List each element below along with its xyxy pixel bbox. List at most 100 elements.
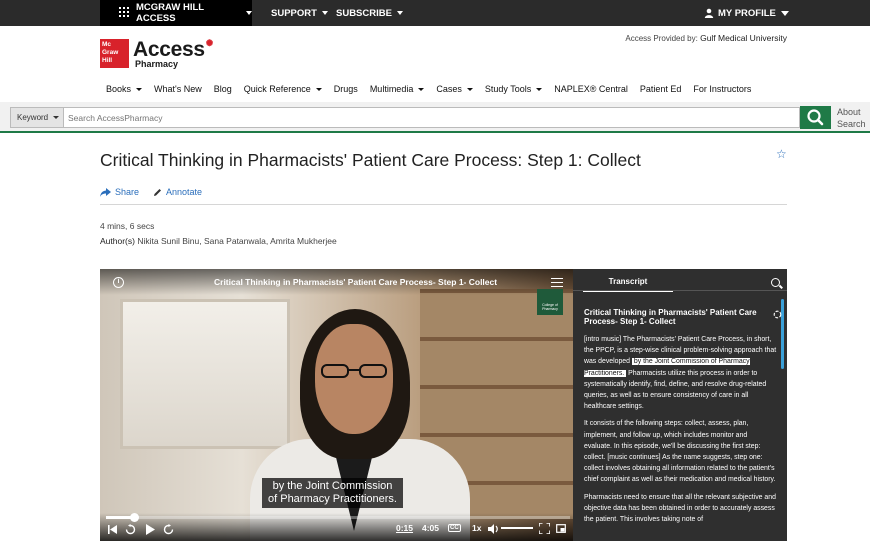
share-icon	[100, 187, 111, 197]
my-profile-label: MY PROFILE	[718, 7, 776, 19]
pencil-icon	[154, 188, 162, 196]
brand-name: Access	[133, 38, 205, 61]
authors: Author(s) Nikita Sunil Binu, Sana Patanw…	[100, 236, 337, 246]
authors-label: Author(s)	[100, 236, 135, 246]
nav-multimedia[interactable]: Multimedia	[370, 82, 425, 96]
grid-icon	[119, 7, 129, 17]
video-frame[interactable]: i Critical Thinking in Pharmacists' Pati…	[100, 269, 573, 541]
transcript-panel: Transcript Critical Thinking in Pharmaci…	[573, 269, 787, 541]
nav-books[interactable]: Books	[106, 82, 143, 96]
subscribe-menu[interactable]: SUBSCRIBE	[336, 0, 403, 26]
background-window	[120, 299, 290, 449]
brand-sub: Pharmacy	[135, 59, 179, 69]
video-title-bar: i Critical Thinking in Pharmacists' Pati…	[100, 269, 573, 295]
nav-label: Quick Reference	[243, 84, 311, 94]
nav-label: Blog	[213, 84, 232, 94]
about-line2: Search	[837, 119, 866, 129]
support-menu[interactable]: SUPPORT	[271, 0, 328, 26]
nav-label: For Instructors	[693, 84, 752, 94]
college-label: College of Pharmacy	[542, 303, 558, 311]
search-button[interactable]	[800, 106, 831, 129]
main-nav: Books What's New Blog Quick Reference Dr…	[106, 82, 763, 96]
current-time: 0:15	[396, 523, 414, 533]
subscribe-label: SUBSCRIBE	[336, 7, 392, 19]
video-title: Critical Thinking in Pharmacists' Patien…	[214, 277, 498, 287]
info-icon[interactable]: i	[113, 277, 124, 288]
nav-label: Study Tools	[484, 84, 532, 94]
article-actions: Share Annotate	[100, 187, 202, 197]
playback-speed[interactable]: 1x	[472, 523, 481, 533]
page-title: Critical Thinking in Pharmacists' Patien…	[100, 150, 641, 170]
nav-label: Books	[106, 84, 132, 94]
caption-line: by the Joint Commission	[272, 480, 393, 492]
progress-handle[interactable]	[129, 513, 139, 522]
volume-slider[interactable]	[501, 527, 533, 529]
access-provided-by: Access Provided by: Gulf Medical Univers…	[625, 33, 787, 43]
chevron-down-icon	[536, 87, 543, 91]
user-icon	[704, 8, 714, 18]
rewind-icon[interactable]	[125, 524, 136, 535]
nav-label: Cases	[436, 84, 462, 94]
chevron-down-icon	[466, 87, 473, 91]
transcript-paragraph[interactable]: Pharmacists need to ensure that all the …	[584, 492, 777, 526]
chevron-down-icon	[53, 116, 59, 119]
volume-icon[interactable]	[488, 524, 499, 534]
about-line1: About	[837, 107, 861, 117]
closed-captions-icon[interactable]: CC	[448, 524, 461, 532]
transcript-paragraph[interactable]: It consists of the following steps: coll…	[584, 418, 777, 485]
menu-icon[interactable]	[551, 278, 563, 287]
total-time: 4:05	[422, 523, 440, 533]
nav-patient-ed[interactable]: Patient Ed	[640, 82, 682, 96]
caption-line: of Pharmacy Practitioners.	[268, 493, 397, 505]
chevron-down-icon	[780, 10, 789, 16]
search-input[interactable]	[63, 107, 800, 128]
video-player: i Critical Thinking in Pharmacists' Pati…	[100, 269, 787, 541]
mcgraw-hill-logo[interactable]: Mc Graw Hill	[100, 39, 129, 68]
nav-label: Drugs	[333, 84, 358, 94]
chevron-down-icon	[315, 87, 322, 91]
presenter-face	[315, 324, 393, 434]
nav-drugs[interactable]: Drugs	[334, 82, 358, 96]
chevron-down-icon	[136, 87, 143, 91]
nav-whats-new[interactable]: What's New	[154, 82, 202, 96]
about-search-link[interactable]: About Search	[837, 106, 866, 130]
share-label: Share	[115, 187, 140, 197]
transcript-paragraph[interactable]: [intro music] The Pharmacists' Patient C…	[584, 334, 777, 412]
chevron-down-icon	[396, 11, 403, 15]
nav-naplex-central[interactable]: NAPLEX® Central	[554, 82, 628, 96]
video-duration: 4 mins, 6 secs	[100, 221, 155, 231]
transcript-body: Critical Thinking in Pharmacists' Patien…	[584, 308, 777, 531]
search-scope-label: Keyword	[17, 113, 49, 122]
nav-quick-reference[interactable]: Quick Reference	[244, 82, 322, 96]
chevron-down-icon	[246, 11, 252, 15]
search-scope-select[interactable]: Keyword	[10, 107, 64, 128]
divider	[100, 204, 787, 205]
nav-for-instructors[interactable]: For Instructors	[693, 82, 751, 96]
author-names: Nikita Sunil Binu, Sana Patanwala, Amrit…	[137, 236, 337, 246]
favorite-star-icon[interactable]: ☆	[776, 147, 787, 161]
nav-label: Patient Ed	[639, 84, 682, 94]
progress-bar[interactable]	[106, 513, 570, 522]
video-caption: by the Joint Commission of Pharmacy Prac…	[262, 478, 403, 508]
search-icon	[807, 109, 824, 126]
annotate-button[interactable]: Annotate	[153, 187, 202, 197]
institution-name: Gulf Medical University	[700, 33, 787, 43]
picture-in-picture-icon[interactable]	[556, 524, 566, 533]
forward-icon[interactable]	[163, 524, 174, 535]
fullscreen-icon[interactable]	[539, 523, 550, 534]
college-of-pharmacy-badge: College of Pharmacy	[537, 289, 563, 315]
access-label: MCGRAW HILL ACCESS	[136, 2, 204, 24]
nav-study-tools[interactable]: Study Tools	[484, 82, 543, 96]
nav-cases[interactable]: Cases	[436, 82, 473, 96]
my-profile-menu[interactable]: MY PROFILE	[704, 0, 789, 26]
nav-blog[interactable]: Blog	[214, 82, 232, 96]
share-button[interactable]: Share	[100, 187, 139, 197]
nav-label: What's New	[154, 84, 202, 94]
play-icon[interactable]	[146, 524, 155, 535]
chevron-down-icon	[321, 11, 328, 15]
logo-text: Mc Graw Hill	[102, 41, 119, 64]
nav-label: Multimedia	[369, 84, 414, 94]
skip-previous-icon[interactable]	[108, 525, 117, 534]
transcript-title: Critical Thinking in Pharmacists' Patien…	[584, 308, 757, 326]
transcript-search-icon[interactable]	[771, 278, 780, 287]
